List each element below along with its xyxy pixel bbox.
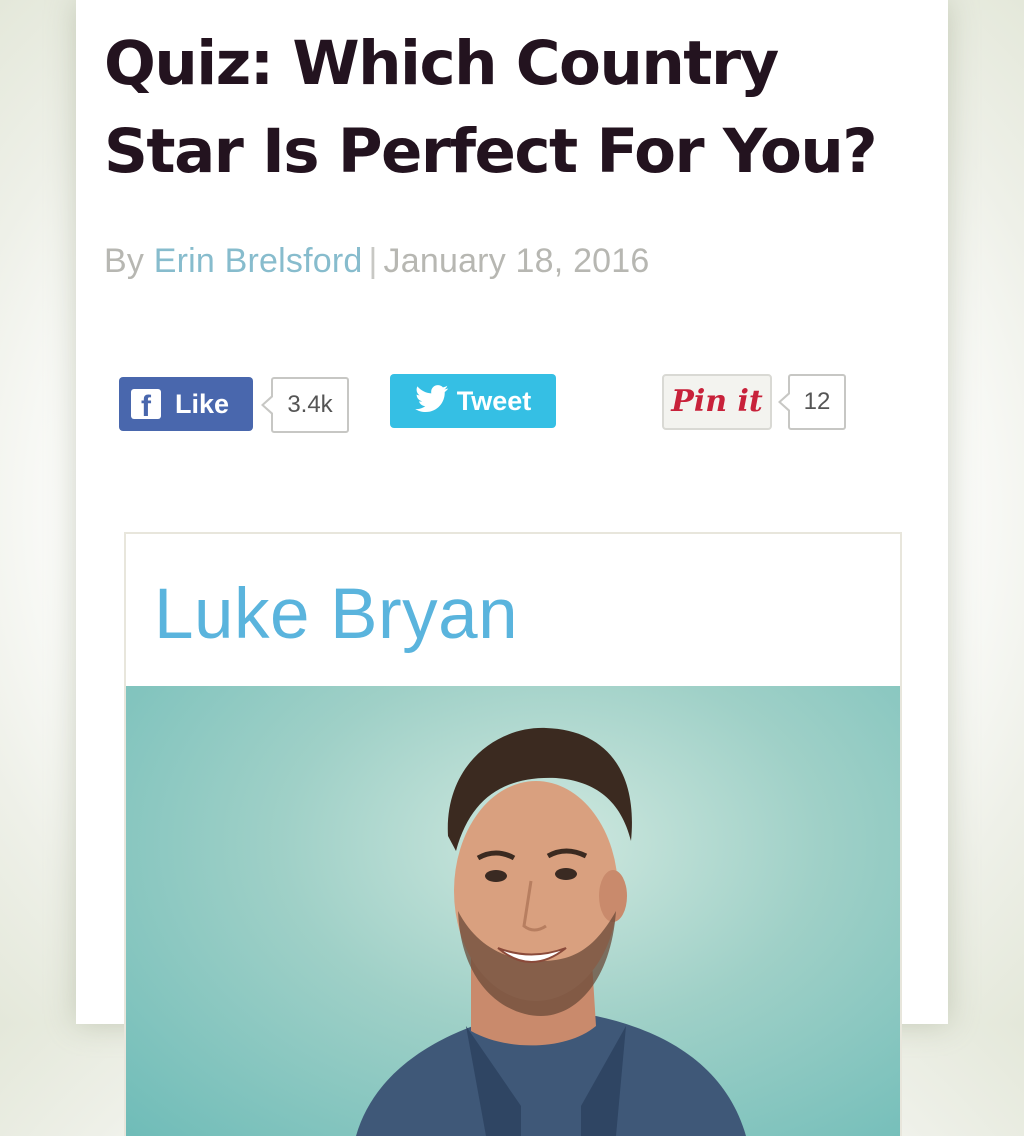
result-name: Luke Bryan: [154, 575, 519, 654]
facebook-like-count: 3.4k: [261, 377, 349, 433]
result-photo: [126, 686, 900, 1136]
facebook-like-label: Like: [175, 388, 230, 419]
byline-prefix: By: [104, 242, 145, 280]
byline-separator: |: [368, 242, 378, 280]
pin-count: 12: [778, 374, 846, 430]
article-title: Quiz: Which Country Star Is Perfect For …: [104, 28, 878, 187]
article-page: Quiz: Which Country Star Is Perfect For …: [76, 0, 948, 1136]
twitter-bird-icon: [414, 384, 449, 418]
facebook-icon: f: [131, 389, 161, 419]
tweet-button[interactable]: Tweet: [390, 374, 556, 428]
byline: By Erin Brelsford | January 18, 2016: [104, 242, 650, 281]
author-link[interactable]: Erin Brelsford: [154, 242, 363, 280]
facebook-like-button[interactable]: f Like: [119, 377, 253, 431]
portrait-illustration: [356, 727, 746, 1136]
pin-it-button[interactable]: Pin it: [662, 374, 772, 430]
publish-date: January 18, 2016: [383, 242, 650, 280]
quiz-result-card: Luke Bryan: [124, 532, 902, 1136]
tweet-label: Tweet: [456, 385, 532, 416]
